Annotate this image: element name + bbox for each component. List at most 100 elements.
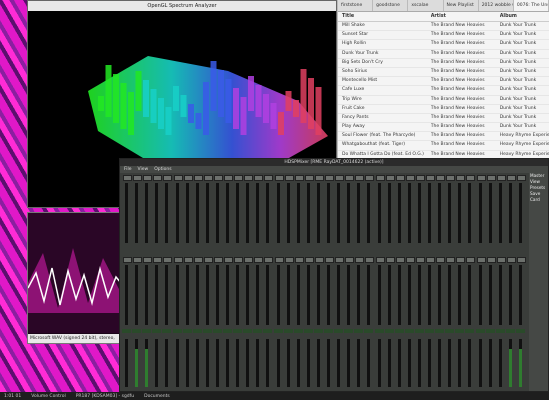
pan-knob[interactable]: [456, 257, 466, 263]
pan-knob[interactable]: [234, 175, 244, 181]
pan-knob[interactable]: [385, 175, 395, 181]
input-fader[interactable]: [518, 183, 522, 243]
input-fader[interactable]: [488, 183, 492, 243]
input-fader[interactable]: [296, 183, 300, 243]
pan-knob[interactable]: [446, 175, 456, 181]
pan-knob[interactable]: [143, 175, 153, 181]
hdsp-mixer-window[interactable]: HDSPMixer [RME RayDAT_0014622 (active)] …: [119, 158, 549, 392]
pan-knob[interactable]: [304, 257, 314, 263]
playlist-row[interactable]: Mill Shake The Brand New Heavies Dunk Your…: [338, 22, 549, 32]
output-fader[interactable]: [337, 339, 341, 387]
playback-fader[interactable]: [468, 265, 472, 325]
playback-fader[interactable]: [337, 265, 341, 325]
pan-knob[interactable]: [335, 257, 345, 263]
output-fader[interactable]: [316, 339, 320, 387]
playback-fader[interactable]: [205, 265, 209, 325]
output-fader[interactable]: [377, 339, 381, 387]
pan-knob[interactable]: [224, 257, 233, 263]
input-fader[interactable]: [226, 183, 229, 243]
playlist-row[interactable]: Big Sets Don't Cry The Brand New Heavies D…: [338, 59, 549, 68]
pan-knob[interactable]: [314, 257, 324, 263]
output-fader[interactable]: [387, 339, 391, 387]
output-fader[interactable]: [226, 339, 229, 387]
playback-fader[interactable]: [448, 265, 452, 325]
playback-fader[interactable]: [417, 265, 421, 325]
playback-fader[interactable]: [478, 265, 482, 325]
playback-fader[interactable]: [397, 265, 401, 325]
pan-knob[interactable]: [345, 175, 355, 181]
playlist-tab[interactable]: goodstone: [373, 0, 409, 11]
input-fader[interactable]: [448, 183, 452, 243]
playback-fader[interactable]: [498, 265, 502, 325]
output-fader[interactable]: [155, 339, 159, 387]
pan-knob[interactable]: [496, 175, 506, 181]
playback-fader[interactable]: [195, 265, 199, 325]
output-fader[interactable]: [266, 339, 270, 387]
playback-fader[interactable]: [125, 265, 128, 325]
playback-fader[interactable]: [327, 265, 330, 325]
pan-knob[interactable]: [284, 175, 294, 181]
playback-fader[interactable]: [387, 265, 391, 325]
header-artist[interactable]: Artist: [431, 12, 500, 21]
playback-fader[interactable]: [266, 265, 270, 325]
pan-knob[interactable]: [153, 257, 163, 263]
pan-knob[interactable]: [143, 257, 153, 263]
input-fader[interactable]: [468, 183, 472, 243]
pan-knob[interactable]: [153, 175, 163, 181]
pan-knob[interactable]: [284, 257, 294, 263]
playlist-row[interactable]: Montecello Mist The Brand New Heavies Dunk…: [338, 77, 549, 87]
pan-knob[interactable]: [304, 175, 314, 181]
pan-knob[interactable]: [213, 257, 223, 263]
output-fader[interactable]: [276, 339, 280, 387]
output-fader[interactable]: [236, 339, 240, 387]
menu-item[interactable]: Options: [154, 166, 171, 173]
input-fader[interactable]: [175, 183, 179, 243]
input-fader[interactable]: [256, 183, 260, 243]
pan-knob[interactable]: [294, 175, 304, 181]
pan-knob[interactable]: [395, 175, 405, 181]
pan-knob[interactable]: [173, 175, 183, 181]
output-fader[interactable]: [468, 339, 472, 387]
input-fader[interactable]: [438, 183, 442, 243]
input-fader[interactable]: [397, 183, 401, 243]
pan-knob[interactable]: [335, 175, 345, 181]
output-fader[interactable]: [458, 339, 462, 387]
playback-fader[interactable]: [256, 265, 260, 325]
pan-knob[interactable]: [203, 175, 213, 181]
playlist-row[interactable]: Cafe Luxe The Brand New Heavies Dunk Your …: [338, 86, 549, 96]
pan-knob[interactable]: [456, 175, 466, 181]
pan-knob[interactable]: [193, 175, 203, 181]
pan-knob[interactable]: [375, 175, 385, 181]
playback-fader[interactable]: [215, 265, 219, 325]
pan-knob[interactable]: [173, 257, 183, 263]
pan-knob[interactable]: [405, 175, 415, 181]
pan-knob[interactable]: [426, 175, 435, 181]
input-fader[interactable]: [215, 183, 219, 243]
output-fader[interactable]: [347, 339, 351, 387]
playback-fader[interactable]: [246, 265, 250, 325]
visualizer-window[interactable]: Microsoft WAV (signed 24 bit), stereo, 4…: [27, 212, 120, 344]
playback-fader[interactable]: [316, 265, 320, 325]
input-fader[interactable]: [428, 183, 431, 243]
pan-knob[interactable]: [244, 257, 254, 263]
pan-knob[interactable]: [355, 175, 365, 181]
taskbar-item[interactable]: Volume Control: [29, 394, 67, 399]
output-fader[interactable]: [256, 339, 260, 387]
input-fader[interactable]: [347, 183, 351, 243]
pan-knob[interactable]: [234, 257, 244, 263]
pan-knob[interactable]: [446, 257, 456, 263]
pan-knob[interactable]: [486, 257, 496, 263]
pan-knob[interactable]: [355, 257, 365, 263]
playlist-row[interactable]: Sunset Star The Brand New Heavies Dunk You…: [338, 31, 549, 41]
playlist-window[interactable]: firststone goodstone xscalae New Playlist 20…: [337, 0, 549, 162]
input-fader[interactable]: [417, 183, 421, 243]
pan-knob[interactable]: [254, 257, 264, 263]
playback-fader[interactable]: [286, 265, 290, 325]
input-fader[interactable]: [367, 183, 371, 243]
playlist-row[interactable]: Dunk Your Trunk The Brand New Heavies Dunk…: [338, 50, 549, 59]
playlist-tab[interactable]: firststone: [338, 0, 374, 11]
input-fader[interactable]: [377, 183, 381, 243]
menu-item[interactable]: File: [124, 166, 132, 173]
input-fader[interactable]: [205, 183, 209, 243]
pan-knob[interactable]: [274, 257, 284, 263]
